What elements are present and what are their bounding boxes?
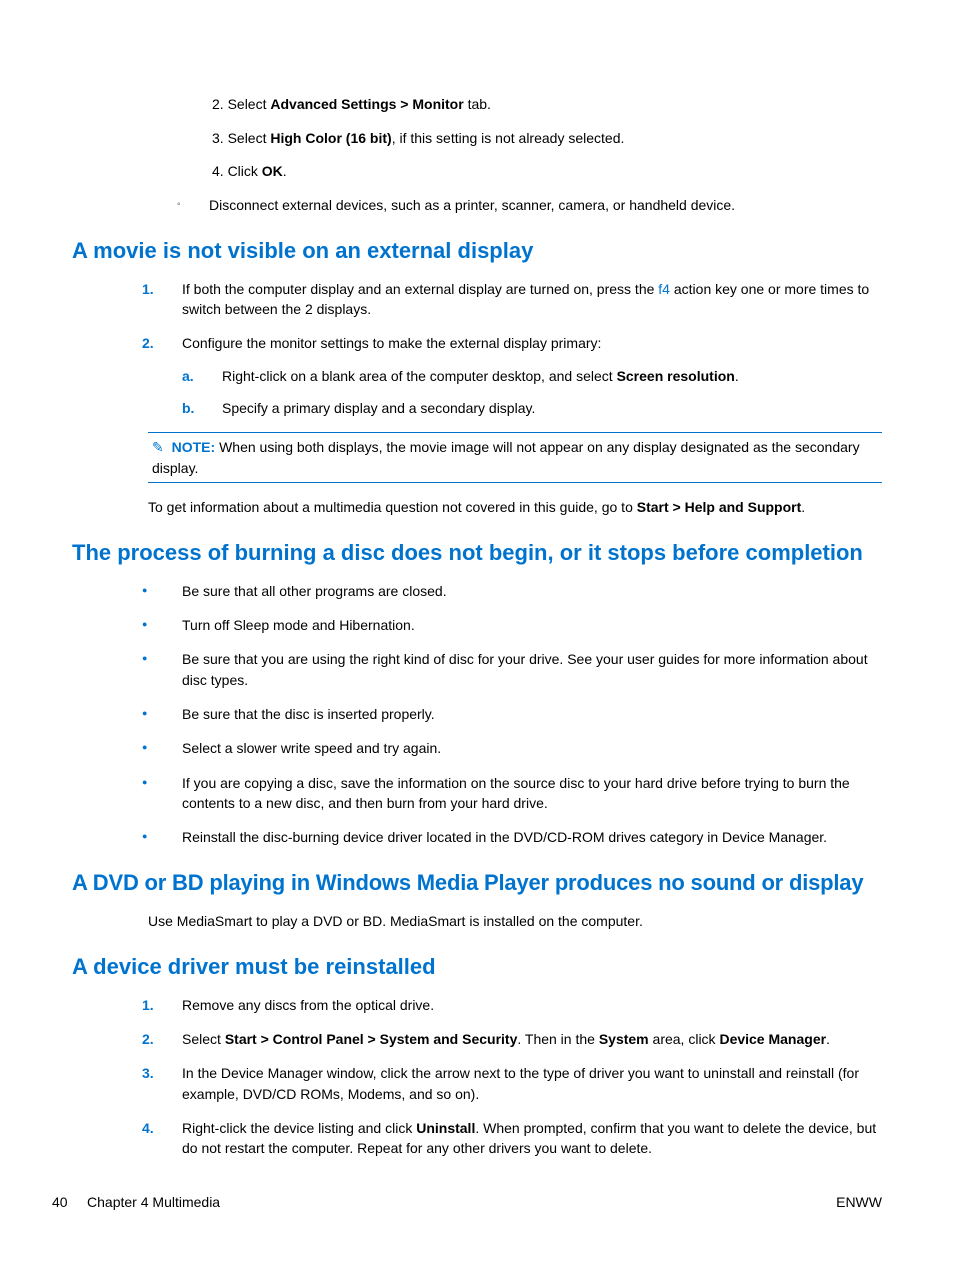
page-number: 40 (52, 1194, 68, 1210)
num-marker: 1. (142, 995, 154, 1015)
alpha-marker: a. (182, 366, 194, 386)
movie-substeps: a. Right-click on a blank area of the co… (182, 366, 882, 419)
alpha-marker: b. (182, 398, 194, 418)
list-item: Select a slower write speed and try agai… (142, 738, 882, 758)
heading-movie-external: A movie is not visible on an external di… (72, 237, 882, 265)
page-footer: 40 Chapter 4 Multimedia ENWW (0, 1194, 954, 1210)
note-text: When using both displays, the movie imag… (152, 439, 860, 475)
movie-steps-list: 1. If both the computer display and an e… (142, 279, 882, 418)
note-icon: ✎ (152, 439, 164, 455)
num-marker: 3. (142, 1063, 154, 1083)
note-callout: ✎ NOTE: When using both displays, the mo… (148, 432, 882, 483)
movie-step-1: 1. If both the computer display and an e… (142, 279, 882, 320)
driver-step-1: 1. Remove any discs from the optical dri… (142, 995, 882, 1015)
list-item: If you are copying a disc, save the info… (142, 773, 882, 814)
num-marker: 2. (142, 1029, 154, 1049)
f4-key: f4 (658, 281, 670, 297)
footer-left: 40 Chapter 4 Multimedia (52, 1194, 220, 1210)
list-item: Be sure that you are using the right kin… (142, 649, 882, 690)
mediasmart-para: Use MediaSmart to play a DVD or BD. Medi… (148, 911, 882, 931)
list-step-4: 4. Click OK. (212, 162, 882, 182)
heading-burning-disc: The process of burning a disc does not b… (72, 539, 882, 567)
driver-steps-list: 1. Remove any discs from the optical dri… (142, 995, 882, 1159)
driver-step-4: 4. Right-click the device listing and cl… (142, 1118, 882, 1159)
num-marker: 2. (142, 333, 154, 353)
note-label: NOTE: (172, 439, 216, 455)
list-item: Turn off Sleep mode and Hibernation. (142, 615, 882, 635)
movie-step-2: 2. Configure the monitor settings to mak… (142, 333, 882, 418)
list-item: Reinstall the disc-burning device driver… (142, 827, 882, 847)
movie-substep-a: a. Right-click on a blank area of the co… (182, 366, 882, 386)
num-marker: 4. (142, 1118, 154, 1138)
driver-step-3: 3. In the Device Manager window, click t… (142, 1063, 882, 1104)
continued-numbered-list: 2. Select Advanced Settings > Monitor ta… (212, 95, 882, 182)
document-page: 2. Select Advanced Settings > Monitor ta… (0, 0, 954, 1159)
footer-right: ENWW (836, 1194, 882, 1210)
num-marker: 1. (142, 279, 154, 299)
list-item: Be sure that the disc is inserted proper… (142, 704, 882, 724)
chapter-label: Chapter 4 Multimedia (87, 1194, 220, 1210)
list-item: Be sure that all other programs are clos… (142, 581, 882, 601)
help-support-para: To get information about a multimedia qu… (148, 497, 882, 517)
movie-substep-b: b. Specify a primary display and a secon… (182, 398, 882, 418)
burn-bullet-list: Be sure that all other programs are clos… (142, 581, 882, 848)
disconnect-bullet: Disconnect external devices, such as a p… (177, 196, 882, 216)
list-step-2: 2. Select Advanced Settings > Monitor ta… (212, 95, 882, 115)
list-step-3: 3. Select High Color (16 bit), if this s… (212, 129, 882, 149)
heading-device-driver: A device driver must be reinstalled (72, 953, 882, 981)
heading-dvd-bd-wmp: A DVD or BD playing in Windows Media Pla… (72, 869, 882, 897)
driver-step-2: 2. Select Start > Control Panel > System… (142, 1029, 882, 1049)
